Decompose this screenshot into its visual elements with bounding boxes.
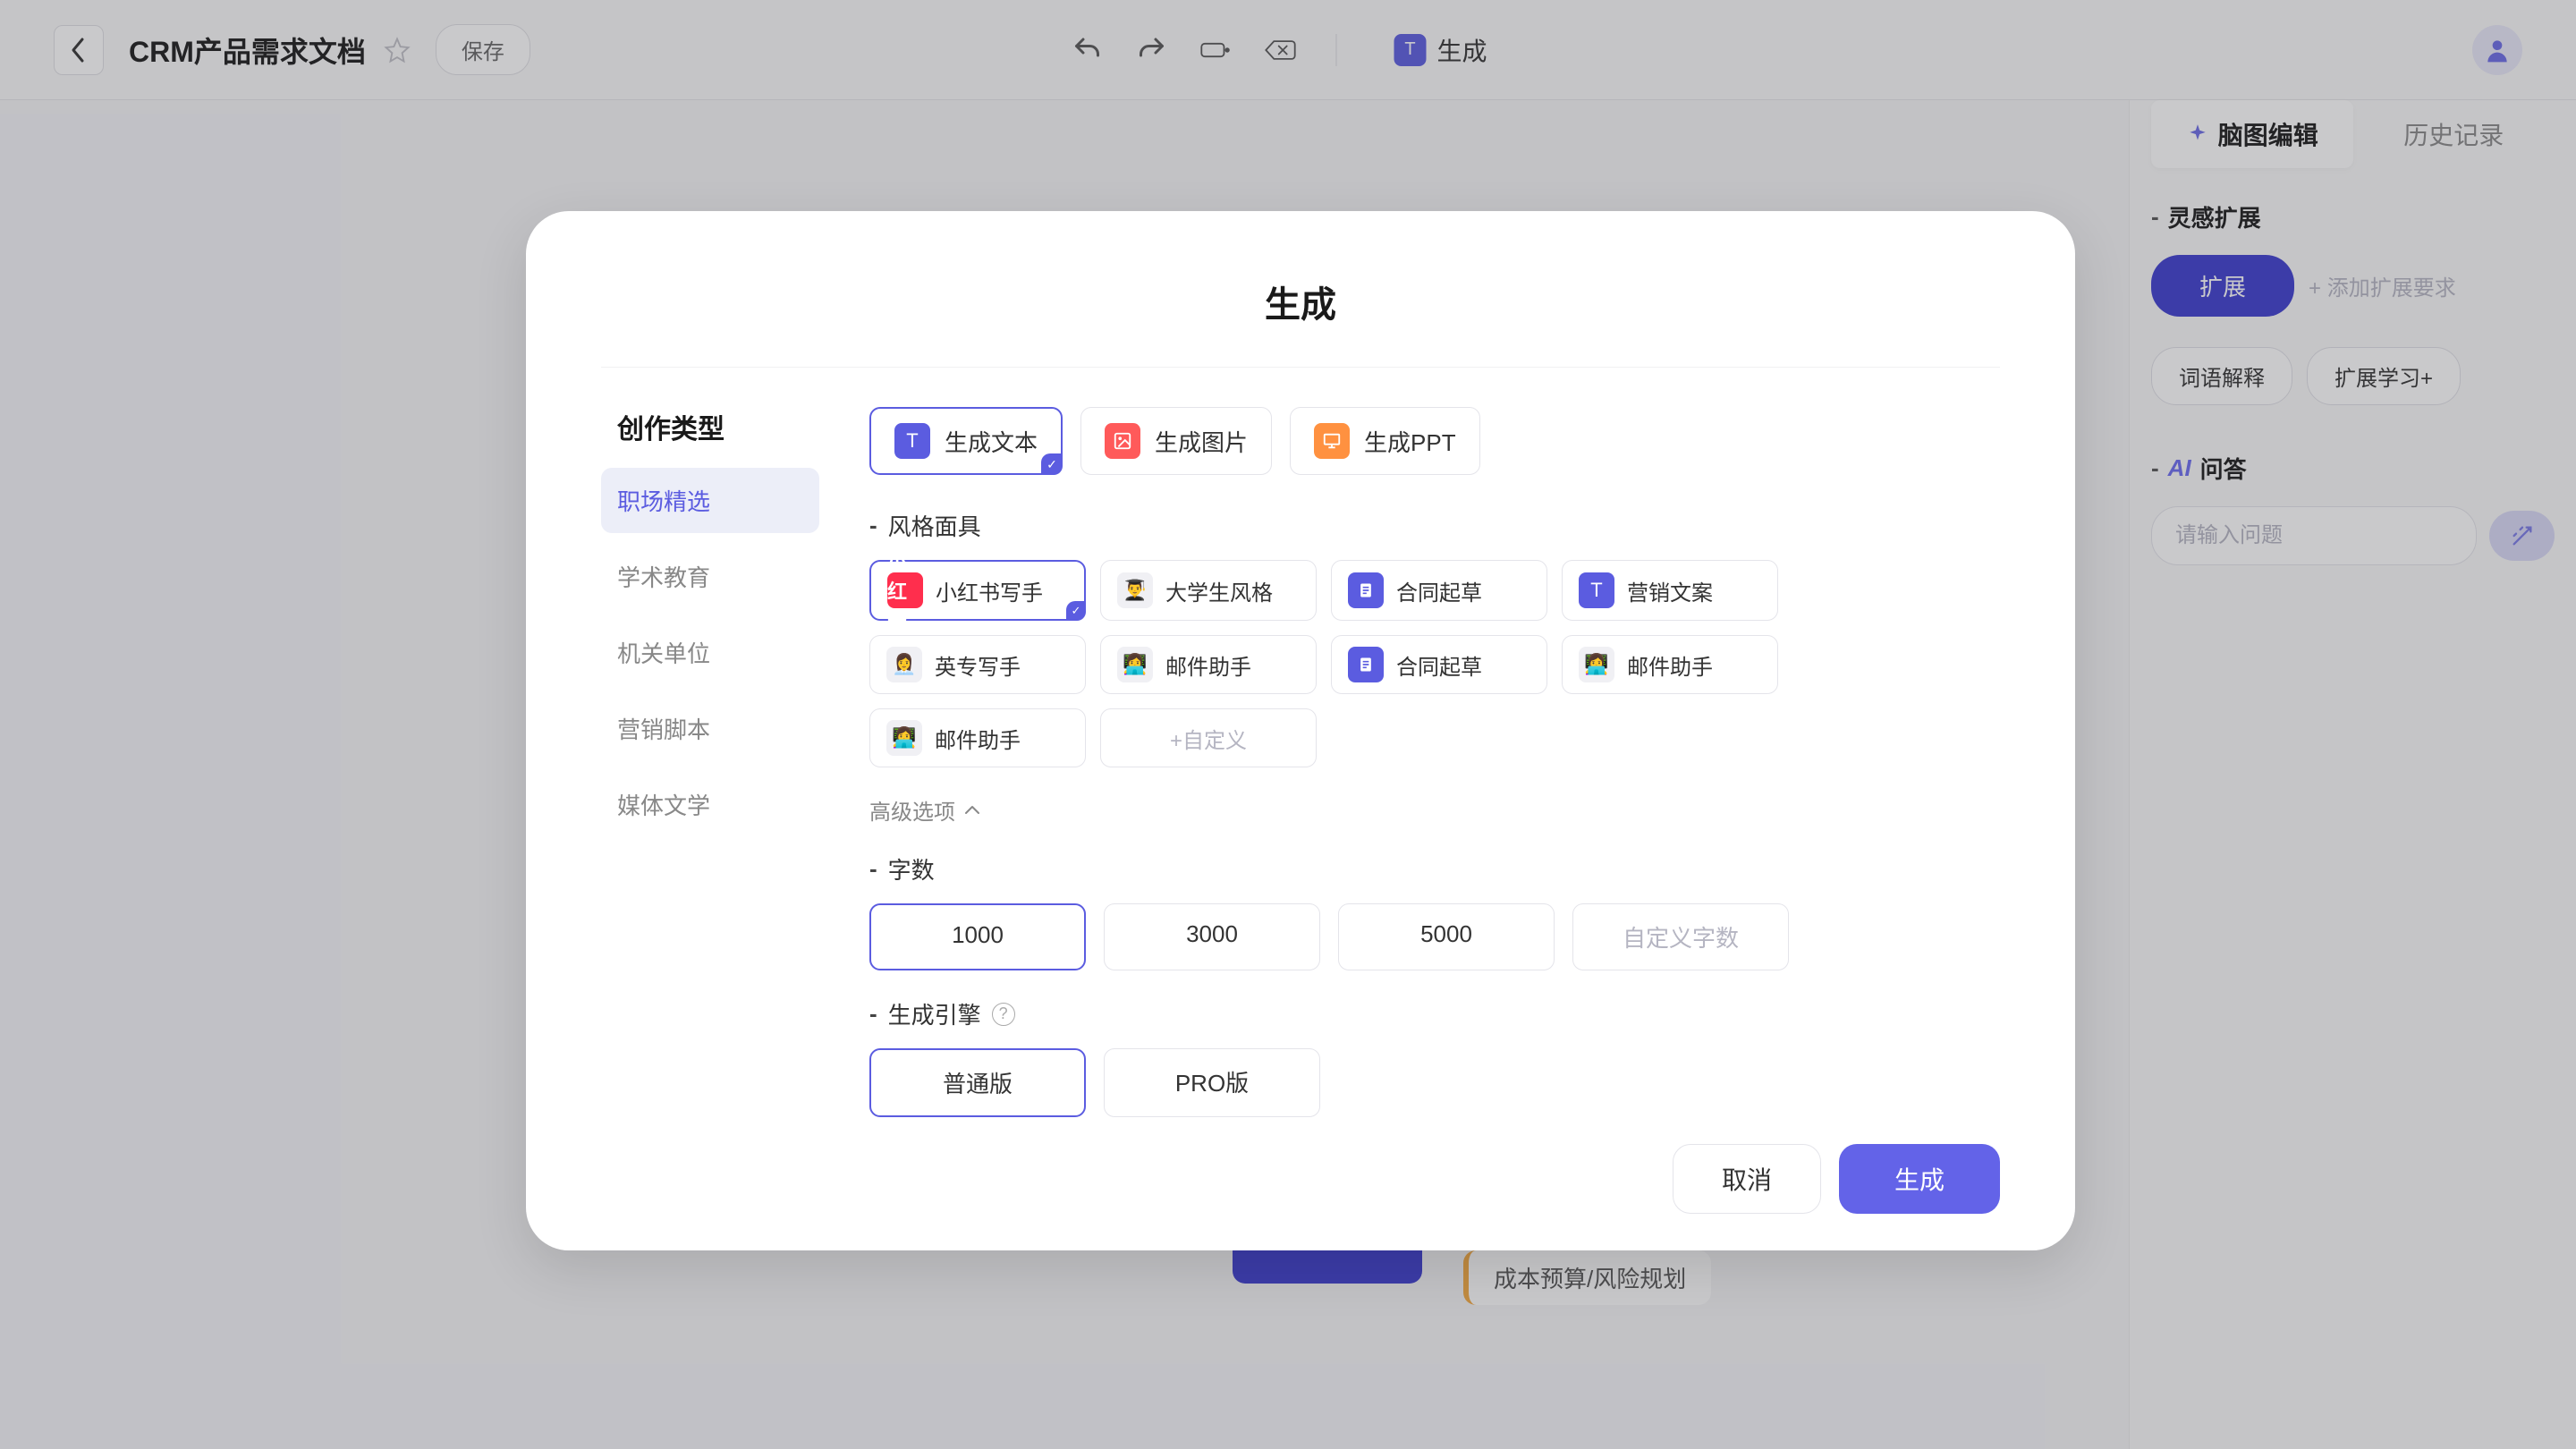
- count-5000[interactable]: 5000: [1338, 903, 1555, 970]
- word-count-header: - 字数: [869, 852, 2000, 886]
- nav-item-government[interactable]: 机关单位: [601, 620, 819, 685]
- count-1000[interactable]: 1000: [869, 903, 1086, 970]
- nav-item-workplace[interactable]: 职场精选: [601, 468, 819, 533]
- type-generate-ppt[interactable]: 生成PPT: [1290, 407, 1480, 475]
- advanced-options-toggle[interactable]: 高级选项: [869, 794, 2000, 826]
- help-icon[interactable]: ?: [992, 1003, 1015, 1026]
- style-mail-3[interactable]: 👩‍💻 邮件助手: [869, 708, 1086, 767]
- text-icon: T: [894, 423, 930, 459]
- style-xiaohongshu[interactable]: 小红书 小红书写手 ✓: [869, 560, 1086, 621]
- style-contract[interactable]: 合同起草: [1331, 560, 1547, 621]
- style-section-header: - 风格面具: [869, 509, 2000, 542]
- chevron-up-icon: [964, 805, 980, 816]
- check-icon: ✓: [1066, 601, 1086, 621]
- style-custom[interactable]: +自定义: [1100, 708, 1317, 767]
- generate-modal: 生成 创作类型 职场精选 学术教育 机关单位 营销脚本 媒体文学 T 生成文本 …: [526, 211, 2075, 1250]
- engine-header: - 生成引擎 ?: [869, 997, 2000, 1030]
- mail-assistant-icon: 👩‍💻: [886, 720, 922, 756]
- style-marketing-copy[interactable]: T 营销文案: [1562, 560, 1778, 621]
- style-mail-2[interactable]: 👩‍💻 邮件助手: [1562, 635, 1778, 694]
- modal-footer: 取消 生成: [869, 1144, 2000, 1214]
- style-english-writer[interactable]: 👩‍💼 英专写手: [869, 635, 1086, 694]
- confirm-generate-button[interactable]: 生成: [1839, 1144, 2000, 1214]
- mail-assistant-icon: 👩‍💻: [1579, 647, 1614, 682]
- creation-type-title: 创作类型: [601, 407, 819, 468]
- modal-title: 生成: [601, 275, 2000, 368]
- type-generate-image[interactable]: 生成图片: [1080, 407, 1272, 475]
- type-generate-text[interactable]: T 生成文本 ✓: [869, 407, 1063, 475]
- image-icon: [1105, 423, 1140, 459]
- count-custom[interactable]: 自定义字数: [1572, 903, 1789, 970]
- creation-type-nav: 创作类型 职场精选 学术教育 机关单位 营销脚本 媒体文学: [601, 407, 819, 1214]
- style-mail-1[interactable]: 👩‍💻 邮件助手: [1100, 635, 1317, 694]
- nav-item-media[interactable]: 媒体文学: [601, 772, 819, 837]
- engine-normal[interactable]: 普通版: [869, 1048, 1086, 1117]
- mail-assistant-icon: 👩‍💻: [1117, 647, 1153, 682]
- nav-item-marketing[interactable]: 营销脚本: [601, 696, 819, 761]
- output-type-row: T 生成文本 ✓ 生成图片 生成PPT: [869, 407, 2000, 475]
- check-icon: ✓: [1041, 453, 1063, 475]
- student-icon: 👨‍🎓: [1117, 572, 1153, 608]
- writer-icon: 👩‍💼: [886, 647, 922, 682]
- nav-item-academic[interactable]: 学术教育: [601, 544, 819, 609]
- modal-content: T 生成文本 ✓ 生成图片 生成PPT: [869, 407, 2000, 1214]
- presentation-icon: [1314, 423, 1350, 459]
- count-3000[interactable]: 3000: [1104, 903, 1320, 970]
- text-icon: T: [1579, 572, 1614, 608]
- document-icon: [1348, 572, 1384, 608]
- style-student[interactable]: 👨‍🎓 大学生风格: [1100, 560, 1317, 621]
- style-contract-2[interactable]: 合同起草: [1331, 635, 1547, 694]
- xhs-icon: 小红书: [887, 572, 923, 608]
- style-grid: 小红书 小红书写手 ✓ 👨‍🎓 大学生风格 合同起草 T 营销文案: [869, 560, 2000, 767]
- engine-row: 普通版 PRO版: [869, 1048, 2000, 1117]
- engine-pro[interactable]: PRO版: [1104, 1048, 1320, 1117]
- cancel-button[interactable]: 取消: [1673, 1144, 1821, 1214]
- word-count-row: 1000 3000 5000 自定义字数: [869, 903, 2000, 970]
- document-icon: [1348, 647, 1384, 682]
